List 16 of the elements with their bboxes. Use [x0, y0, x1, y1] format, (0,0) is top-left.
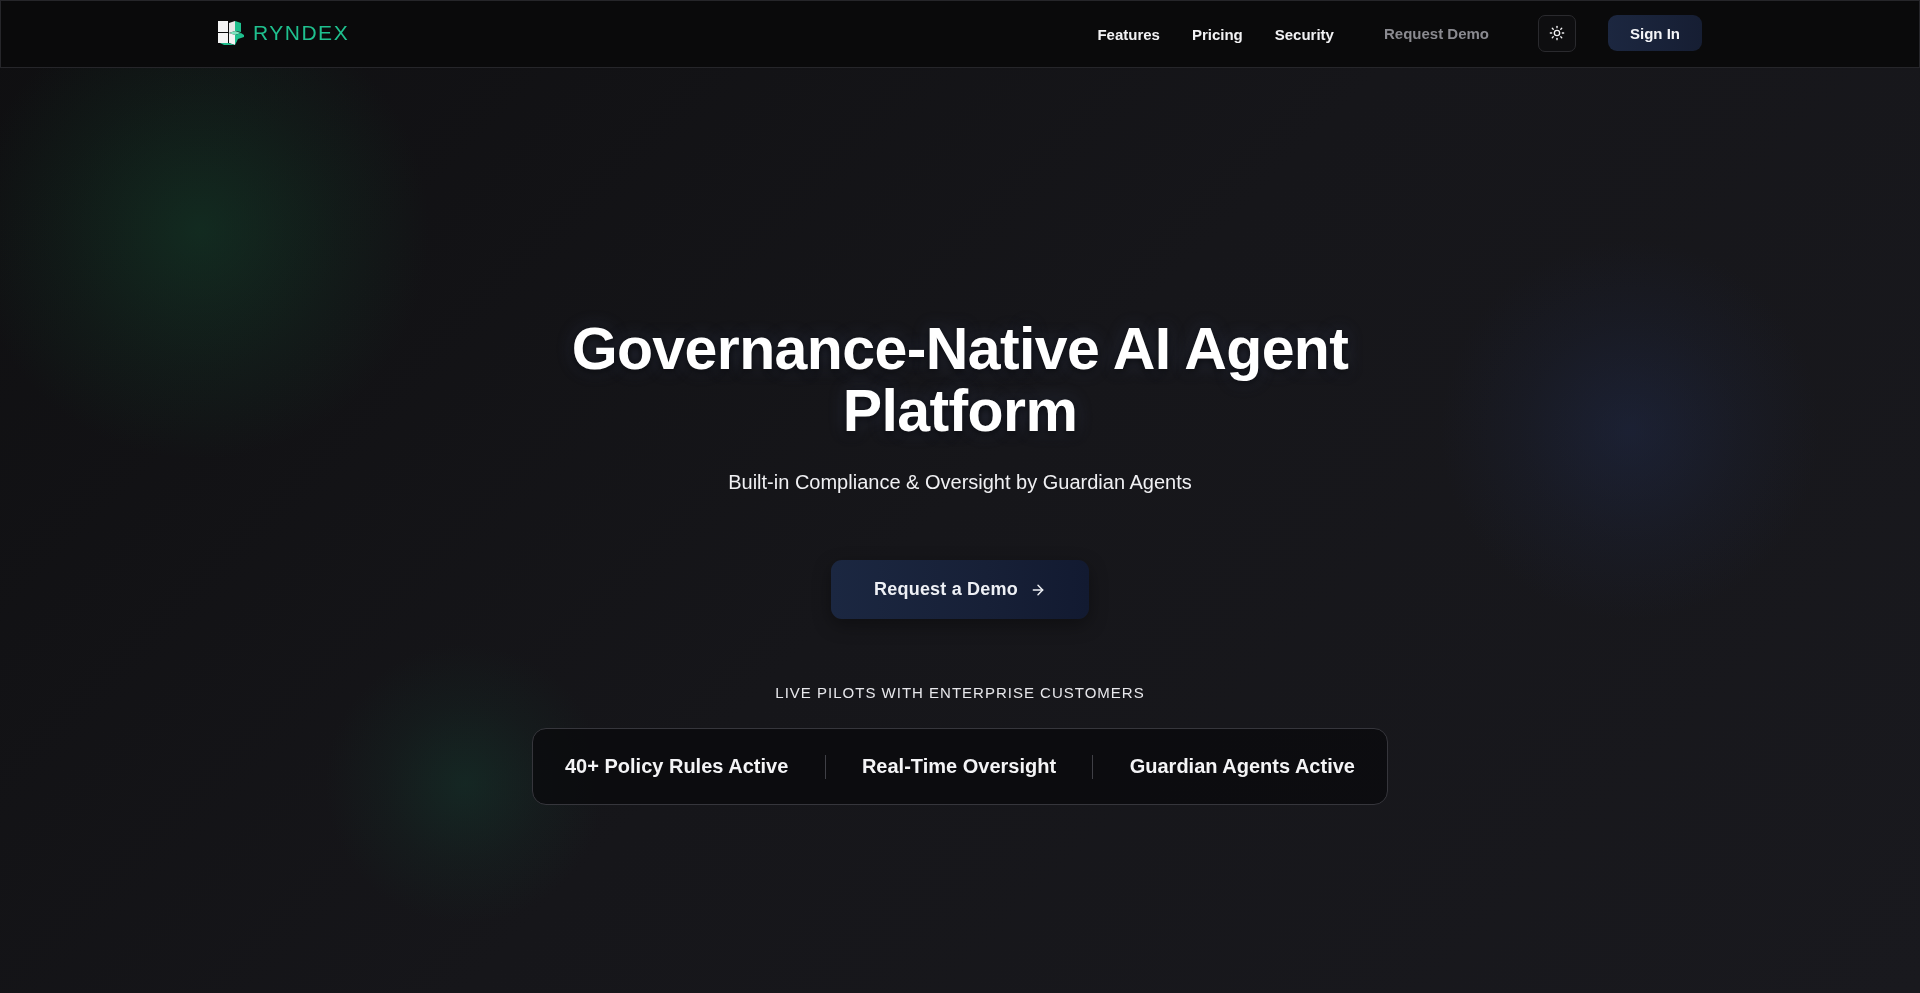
hero-title: Governance-Native AI Agent Platform: [570, 318, 1350, 442]
sun-icon: [1549, 25, 1565, 41]
stat-text: Real-Time Oversight: [861, 755, 1057, 778]
nav-link[interactable]: Features: [1097, 25, 1160, 43]
hero-subtitle: Built-in Compliance & Oversight by Guardian Agents: [728, 470, 1192, 495]
logo-icon: [218, 21, 244, 45]
request-demo-link[interactable]: Request Demo: [1383, 24, 1489, 42]
request-demo-button[interactable]: Request a Demo: [831, 560, 1089, 619]
theme-toggle-button[interactable]: [1538, 14, 1576, 52]
pilots-label: LIVE PILOTS WITH ENTERPRISE CUSTOMERS: [775, 683, 1145, 703]
sign-in-button[interactable]: Sign In: [1608, 15, 1702, 51]
nav-link[interactable]: Security: [1274, 25, 1334, 43]
logo-text[interactable]: RYNDEX: [253, 21, 350, 45]
stat-text: Guardian Agents Active: [1129, 755, 1355, 778]
nav-link[interactable]: Pricing: [1191, 25, 1243, 43]
stat-text: 40+ Policy Rules Active: [565, 755, 789, 778]
